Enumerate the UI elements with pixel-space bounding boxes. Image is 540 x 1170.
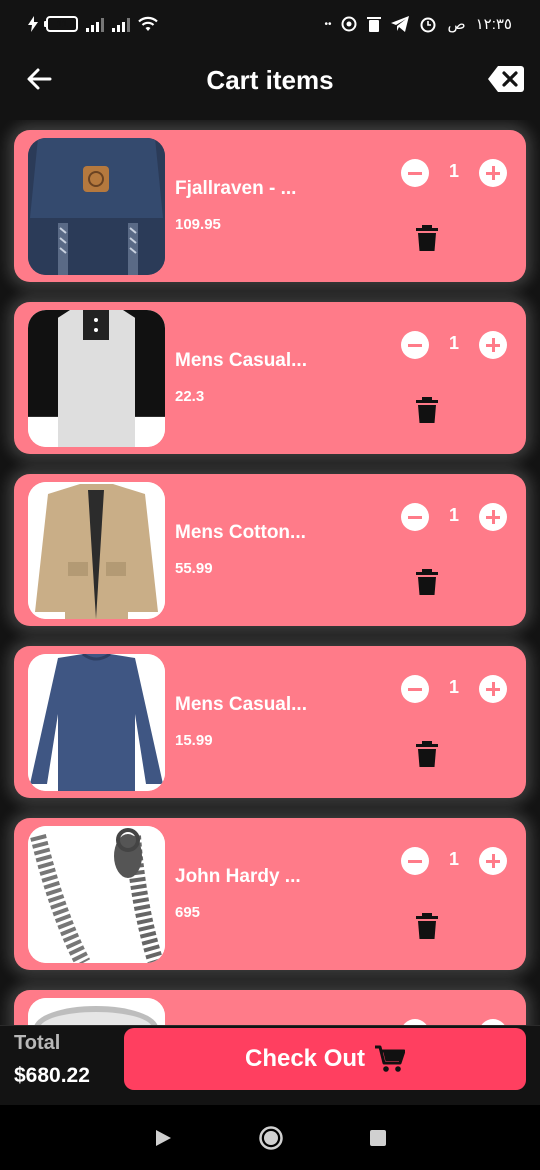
product-image-cotton-jacket (28, 482, 165, 619)
status-left: 11 (28, 16, 158, 32)
app-header: Cart items (0, 48, 540, 112)
increase-quantity-button[interactable] (479, 159, 507, 187)
trash-icon[interactable] (416, 225, 438, 251)
product-image-ring (28, 998, 165, 1025)
checkout-label: Check Out (244, 1045, 366, 1072)
cart-item[interactable]: Mens Casual... 15.99 1 (14, 646, 526, 798)
notification-dots: •• (324, 18, 332, 30)
increase-quantity-button[interactable] (479, 331, 507, 359)
decrease-quantity-button[interactable] (401, 847, 429, 875)
status-bar: 11 •• ص ١٢:٣٥ (0, 0, 540, 48)
item-price: 55.99 (175, 560, 213, 577)
product-image-dragon-bracelet (28, 826, 165, 963)
status-time: ١٢:٣٥ (475, 16, 512, 33)
product-image-raglan-tshirt (28, 310, 165, 447)
item-price: 15.99 (175, 732, 213, 749)
cart-item[interactable] (14, 990, 526, 1025)
trash-icon[interactable] (416, 741, 438, 767)
decrease-quantity-button[interactable] (401, 331, 429, 359)
increase-quantity-button[interactable] (479, 847, 507, 875)
quantity-value: 1 (448, 333, 459, 353)
item-title: Mens Casual... (175, 694, 307, 715)
page-title: Cart items (206, 64, 334, 95)
item-price: 109.95 (175, 216, 221, 233)
quantity-value: 1 (448, 849, 459, 869)
arrow-left-icon[interactable] (24, 64, 54, 94)
wifi-icon (138, 16, 158, 31)
quantity-value: 1 (448, 161, 459, 181)
decrease-quantity-button[interactable] (401, 159, 429, 187)
cart-icon (375, 1045, 406, 1072)
trash-status-icon (367, 17, 382, 32)
cart-item[interactable]: Fjallraven - ... 109.95 1 (14, 130, 526, 282)
back-triangle-icon[interactable] (153, 1128, 173, 1148)
item-price: 695 (175, 904, 201, 921)
at-sign-icon (341, 16, 357, 32)
product-image-backpack (28, 138, 165, 275)
backspace-x-icon[interactable] (488, 66, 524, 92)
quantity-value: 1 (448, 505, 459, 525)
battery-icon: 11 (44, 16, 78, 32)
status-period: ص (447, 16, 466, 33)
cart-item[interactable]: Mens Cotton... 55.99 1 (14, 474, 526, 626)
home-circle-icon[interactable] (258, 1125, 284, 1151)
charging-icon (28, 16, 38, 32)
increase-quantity-button[interactable] (479, 503, 507, 531)
system-nav-bar (0, 1105, 540, 1170)
item-title: Fjallraven - ... (175, 178, 297, 199)
total-value: $680.22 (14, 1064, 90, 1087)
decrease-quantity-button[interactable] (401, 675, 429, 703)
checkout-footer: Total $680.22 Check Out (0, 1025, 540, 1105)
item-price: 22.3 (175, 388, 205, 405)
product-image-slim-longsleeve (28, 654, 165, 791)
telegram-icon (391, 16, 410, 32)
item-title: Mens Casual... (175, 350, 307, 371)
trash-icon[interactable] (416, 569, 438, 595)
total-label: Total (14, 1032, 61, 1054)
status-right: •• ص ١٢:٣٥ (324, 15, 512, 33)
battery-level: 11 (56, 18, 68, 30)
signal-icon-2 (112, 16, 130, 32)
recents-square-icon[interactable] (369, 1129, 387, 1147)
trash-icon[interactable] (416, 397, 438, 423)
item-title: John Hardy ... (175, 866, 301, 887)
increase-quantity-button[interactable] (479, 675, 507, 703)
signal-icon (86, 16, 104, 32)
decrease-quantity-button[interactable] (401, 503, 429, 531)
quantity-value: 1 (448, 677, 459, 697)
item-title: Mens Cotton... (175, 522, 306, 543)
alarm-icon (420, 17, 436, 33)
trash-icon[interactable] (416, 913, 438, 939)
cart-item[interactable]: Mens Casual... 22.3 1 (14, 302, 526, 454)
checkout-button[interactable]: Check Out (124, 1028, 526, 1090)
cart-item[interactable]: John Hardy ... 695 1 (14, 818, 526, 970)
cart-list[interactable]: Fjallraven - ... 109.95 1 Mens Casual...… (0, 120, 540, 1025)
